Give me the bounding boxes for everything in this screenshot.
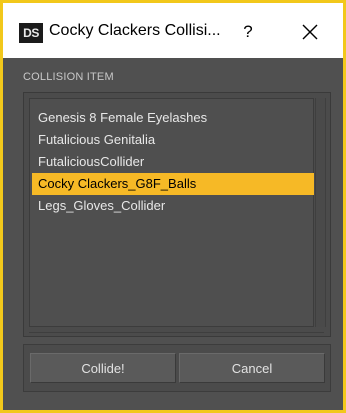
collision-item-list-frame: Genesis 8 Female Eyelashes Futalicious G…	[23, 92, 331, 337]
list-scrollbar[interactable]	[315, 98, 326, 327]
close-button[interactable]	[296, 19, 324, 45]
help-button[interactable]: ?	[235, 20, 261, 44]
collision-item-list[interactable]: Genesis 8 Female Eyelashes Futalicious G…	[29, 98, 314, 327]
collision-dialog: DS Cocky Clackers Collisi... ? COLLISION…	[0, 0, 346, 413]
collision-item-label: COLLISION ITEM	[23, 71, 114, 83]
cancel-button[interactable]: Cancel	[179, 353, 325, 383]
collide-button[interactable]: Collide!	[30, 353, 176, 383]
list-item-selected[interactable]: Cocky Clackers_G8F_Balls	[32, 173, 314, 195]
window-title: Cocky Clackers Collisi...	[49, 22, 221, 39]
list-item[interactable]: FutaliciousCollider	[32, 151, 314, 173]
list-item[interactable]: Genesis 8 Female Eyelashes	[32, 107, 314, 129]
list-item[interactable]: Futalicious Genitalia	[32, 129, 314, 151]
list-divider	[29, 332, 324, 333]
list-item[interactable]: Legs_Gloves_Collider	[32, 195, 314, 217]
title-bar[interactable]: DS Cocky Clackers Collisi... ?	[3, 3, 343, 58]
button-bar: Collide! Cancel	[23, 344, 331, 392]
close-icon	[302, 24, 318, 40]
daz-studio-app-icon: DS	[19, 23, 43, 43]
